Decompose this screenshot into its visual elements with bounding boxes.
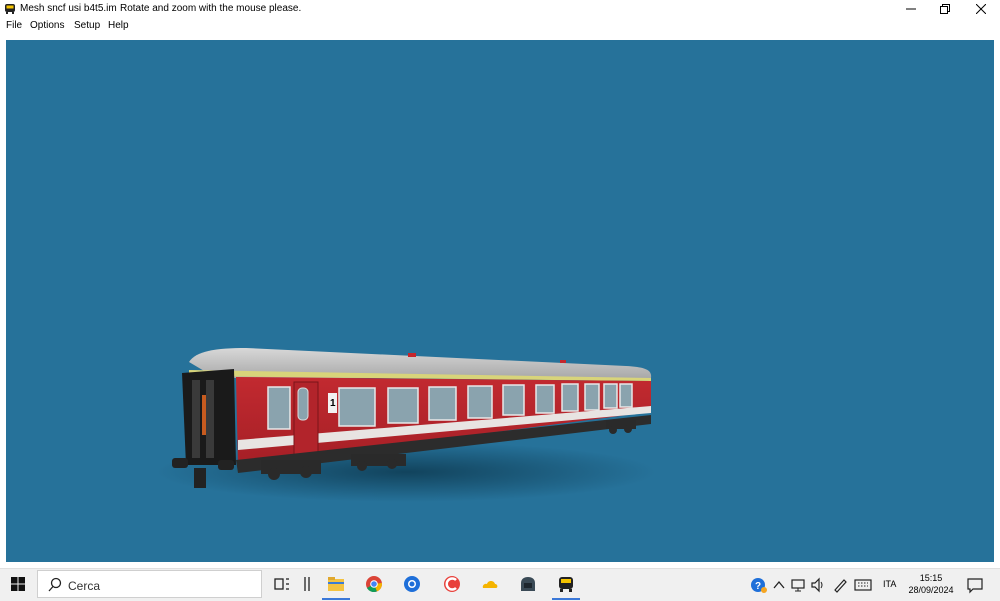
keyboard-icon[interactable] (854, 578, 872, 592)
gangway-bellow (206, 380, 214, 458)
onedrive-icon[interactable] (480, 574, 500, 594)
taskbar-search[interactable]: Cerca (37, 570, 262, 598)
gangway-step (202, 395, 206, 435)
ccleaner-icon[interactable] (442, 574, 462, 594)
chevron-up-icon[interactable] (772, 578, 786, 592)
steam-icon[interactable] (518, 574, 538, 594)
task-view-icon[interactable] (272, 574, 292, 594)
windows-icon (11, 577, 25, 591)
menu-help[interactable]: Help (108, 20, 129, 31)
menu-file[interactable]: File (6, 20, 22, 31)
menu-setup[interactable]: Setup (74, 20, 100, 31)
door-window (297, 387, 309, 421)
clock-time: 15:15 (919, 573, 943, 583)
close-button[interactable] (964, 0, 998, 18)
window-hint: Rotate and zoom with the mouse please. (120, 3, 302, 14)
search-icon (48, 577, 62, 592)
gangway-bellow (192, 380, 200, 458)
restore-icon (940, 4, 950, 14)
window-title: Mesh sncf usi b4t5.im (20, 3, 117, 14)
help-badge-icon[interactable]: ? (750, 576, 768, 594)
close-icon (976, 4, 986, 14)
app-blue-icon[interactable] (402, 574, 422, 594)
title-bar: Mesh sncf usi b4t5.im Rotate and zoom wi… (0, 0, 1000, 18)
minimize-icon (906, 8, 916, 10)
roof-vent (560, 360, 566, 363)
start-button[interactable] (8, 574, 28, 594)
input-language[interactable]: ITA (883, 579, 896, 589)
search-placeholder: Cerca (68, 579, 101, 593)
restore-button[interactable] (928, 0, 962, 18)
class-mark: 1 (330, 398, 336, 409)
notification-icon[interactable] (966, 576, 984, 594)
taskbar-separator-icon[interactable] (298, 574, 318, 594)
clock-date: 28/09/2024 (908, 585, 954, 595)
roof-vent (408, 353, 416, 357)
menu-options[interactable]: Options (30, 20, 64, 31)
pen-icon[interactable] (832, 577, 848, 593)
volume-icon[interactable] (810, 577, 826, 593)
svg-text:?: ? (755, 581, 761, 592)
3d-viewport[interactable]: 1 (6, 40, 994, 562)
chrome-icon[interactable] (364, 574, 384, 594)
app-train-icon (5, 4, 15, 14)
train-sim-icon[interactable] (556, 574, 576, 594)
train-coach-model[interactable]: 1 (6, 40, 994, 562)
system-clock[interactable]: 15:15 28/09/2024 (905, 572, 957, 596)
file-explorer-icon[interactable] (326, 574, 346, 594)
coach-bogie (606, 420, 636, 434)
minimize-button[interactable] (894, 0, 928, 18)
menu-bar: File Options Setup Help (0, 18, 1000, 34)
network-icon[interactable] (790, 577, 806, 593)
